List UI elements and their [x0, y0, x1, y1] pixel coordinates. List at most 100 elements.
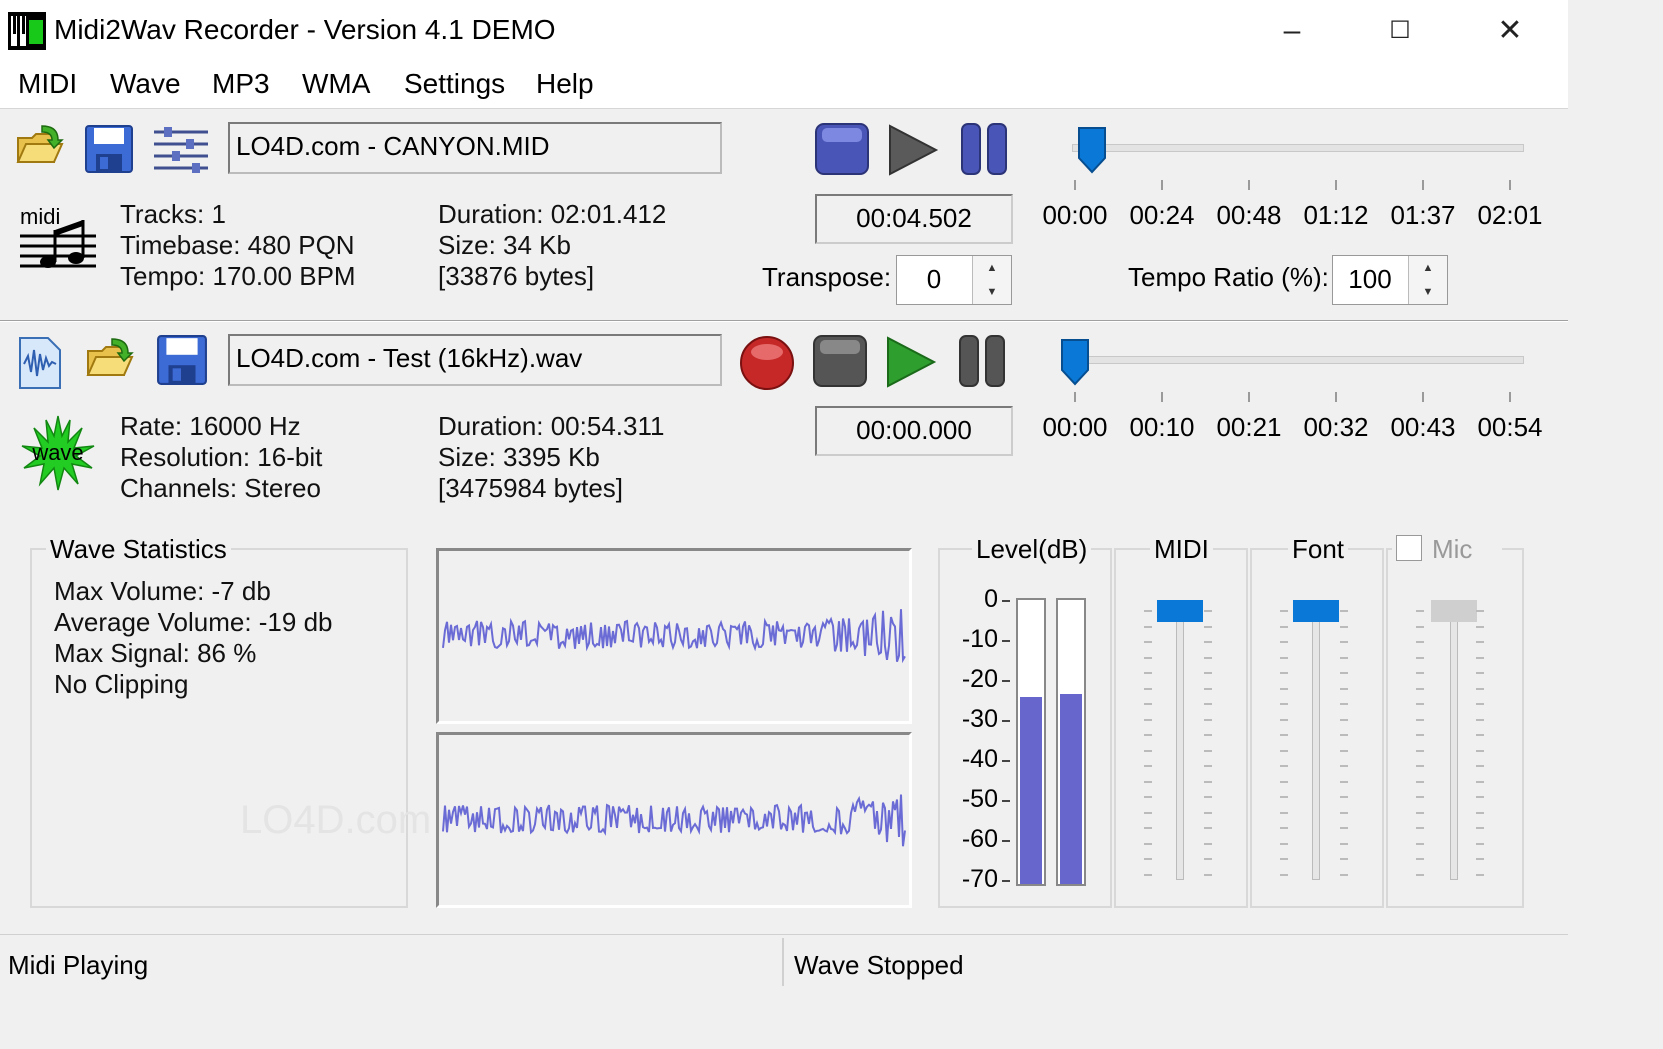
- midi-bytes: [33876 bytes]: [438, 261, 595, 291]
- slider-scale-mark: [1340, 625, 1348, 628]
- level-scale-label: -70: [961, 865, 998, 893]
- slider-scale-mark: [1340, 749, 1348, 752]
- slider-scale-mark: [1416, 858, 1424, 860]
- mic-checkbox[interactable]: [1396, 535, 1422, 561]
- transpose-value[interactable]: 0: [897, 256, 971, 302]
- midi-timeline-label: 00:24: [1129, 200, 1195, 230]
- midi-size: Size: 34 Kb: [438, 230, 571, 260]
- slider-scale-mark: [1280, 873, 1288, 876]
- slider-scale-mark: [1416, 842, 1424, 845]
- wave-play-button[interactable]: [884, 336, 938, 388]
- midi-play-button[interactable]: [886, 124, 940, 176]
- wave-stop-button[interactable]: [812, 334, 868, 388]
- wave-file-field[interactable]: LO4D.com - Test (16kHz).wav: [228, 334, 722, 386]
- wave-timeline-label: 00:43: [1390, 412, 1456, 442]
- midi-time-display: 00:04.502: [815, 194, 1013, 244]
- wave-file-icon[interactable]: [18, 336, 62, 390]
- font-volume-label: Font: [1288, 534, 1349, 565]
- save-disk-icon[interactable]: [84, 124, 134, 174]
- menu-wave[interactable]: Wave: [106, 68, 185, 100]
- slider-scale-mark: [1416, 718, 1424, 721]
- wave-position-thumb[interactable]: [1060, 338, 1090, 386]
- slider-scale-mark: [1476, 842, 1484, 845]
- font-volume-track[interactable]: [1312, 604, 1320, 880]
- slider-scale-mark: [1416, 749, 1424, 752]
- midi-position-track[interactable]: [1072, 144, 1524, 152]
- midi-timeline-label: 01:37: [1390, 200, 1456, 230]
- maximize-button[interactable]: ☐: [1346, 0, 1454, 62]
- slider-scale-mark: [1416, 672, 1424, 674]
- slider-scale-mark: [1416, 610, 1424, 612]
- slider-scale-mark: [1144, 610, 1152, 612]
- wave-bytes: [3475984 bytes]: [438, 473, 624, 503]
- slider-scale-mark: [1416, 734, 1424, 736]
- mic-label: Mic: [1432, 534, 1473, 564]
- slider-scale-mark: [1476, 625, 1484, 628]
- slider-scale-mark: [1416, 703, 1424, 705]
- slider-scale-mark: [1144, 827, 1152, 829]
- wave-open-folder-icon[interactable]: [84, 334, 136, 388]
- wave-timeline-tick: [1248, 392, 1250, 402]
- midi-file-field[interactable]: LO4D.com - CANYON.MID: [228, 122, 722, 174]
- midi-volume-thumb[interactable]: [1157, 600, 1203, 622]
- level-meter-right-fill: [1060, 694, 1082, 884]
- level-scale-label: 0: [984, 585, 998, 613]
- tempo-ratio-down-button[interactable]: ▼: [1409, 280, 1447, 304]
- menu-mp3[interactable]: MP3: [208, 68, 274, 100]
- status-bar: [0, 934, 1568, 990]
- slider-scale-mark: [1340, 672, 1348, 674]
- menu-midi[interactable]: MIDI: [14, 68, 81, 100]
- waveform-left-channel: [436, 548, 912, 724]
- slider-scale-mark: [1204, 749, 1212, 752]
- tempo-ratio-value[interactable]: 100: [1333, 256, 1407, 302]
- open-folder-icon[interactable]: [14, 122, 66, 174]
- wave-icon-label: wave: [31, 440, 83, 465]
- wave-timeline-label: 00:21: [1216, 412, 1282, 442]
- midi-timeline-tick: [1509, 180, 1511, 190]
- minimize-button[interactable]: –: [1238, 0, 1346, 62]
- level-title: Level(dB): [972, 534, 1092, 565]
- slider-scale-mark: [1416, 687, 1424, 690]
- clipping-status: No Clipping: [54, 669, 189, 699]
- slider-scale-mark: [1476, 718, 1484, 721]
- level-scale-tick: [1002, 720, 1010, 722]
- font-volume-thumb[interactable]: [1293, 600, 1339, 622]
- level-scale-label: -40: [961, 745, 998, 773]
- tempo-ratio-spinner[interactable]: 100 ▲ ▼: [1332, 255, 1448, 305]
- mic-volume-track[interactable]: [1450, 604, 1458, 880]
- midi-pause-button[interactable]: [960, 122, 1012, 176]
- wave-status: Wave Stopped: [794, 950, 964, 980]
- midi-timeline-label: 02:01: [1477, 200, 1543, 230]
- midi-stop-button[interactable]: [814, 122, 870, 176]
- slider-scale-mark: [1476, 811, 1484, 814]
- midi-position-thumb[interactable]: [1077, 126, 1107, 174]
- mic-volume-thumb[interactable]: [1431, 600, 1477, 622]
- midi-volume-track[interactable]: [1176, 604, 1184, 880]
- wave-timeline-tick: [1074, 392, 1076, 402]
- transpose-spinner[interactable]: 0 ▲ ▼: [896, 255, 1012, 305]
- slider-scale-mark: [1144, 718, 1152, 721]
- slider-scale-mark: [1144, 858, 1152, 860]
- wave-pause-button[interactable]: [958, 334, 1010, 388]
- menu-settings[interactable]: Settings: [400, 68, 509, 100]
- level-meter-right: [1056, 598, 1086, 886]
- wave-timeline-label: 00:10: [1129, 412, 1195, 442]
- wave-size: Size: 3395 Kb: [438, 442, 600, 472]
- slider-scale-mark: [1340, 687, 1348, 690]
- transpose-up-button[interactable]: ▲: [973, 256, 1011, 281]
- slider-scale-mark: [1476, 703, 1484, 705]
- mixer-settings-icon[interactable]: [152, 124, 210, 174]
- waveform-right-trace: [442, 794, 906, 847]
- wave-position-track[interactable]: [1072, 356, 1524, 364]
- slider-scale-mark: [1340, 873, 1348, 876]
- tempo-ratio-up-button[interactable]: ▲: [1409, 256, 1447, 281]
- menu-help[interactable]: Help: [532, 68, 598, 100]
- level-scale-tick: [1002, 800, 1010, 802]
- wave-save-disk-icon[interactable]: [156, 334, 208, 386]
- transpose-down-button[interactable]: ▼: [973, 280, 1011, 304]
- slider-scale-mark: [1476, 687, 1484, 690]
- midi-timeline-tick: [1161, 180, 1163, 190]
- menu-wma[interactable]: WMA: [298, 68, 374, 100]
- record-button[interactable]: [738, 334, 796, 392]
- close-button[interactable]: ✕: [1456, 0, 1564, 62]
